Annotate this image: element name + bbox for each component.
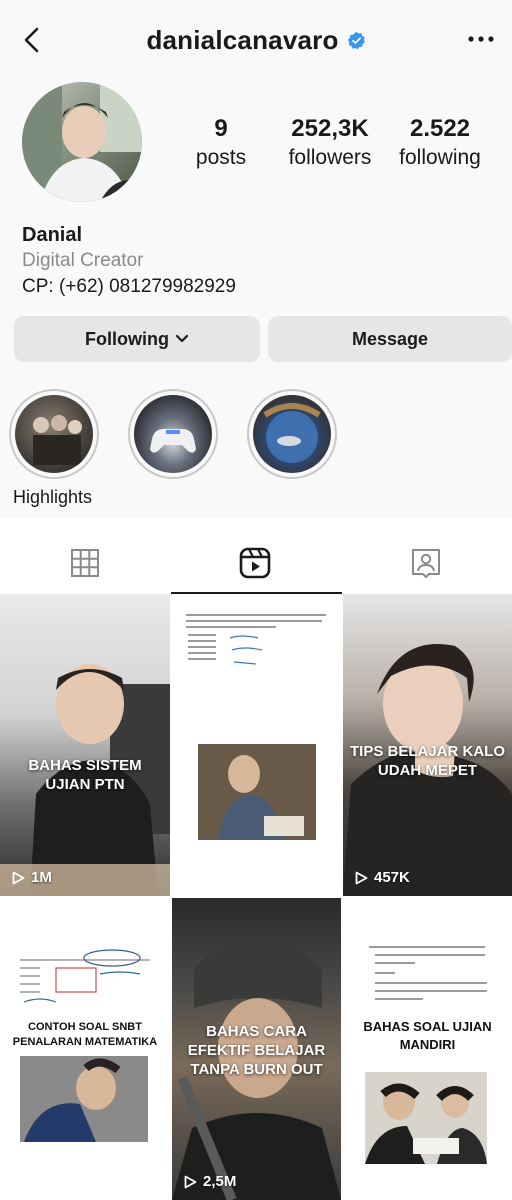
gamepad-photo	[150, 429, 196, 453]
highlight-item[interactable]	[9, 389, 99, 479]
reel-thumbnail[interactable]: BAHAS SISTEM UJIAN PTN 1M	[0, 594, 170, 896]
following-button-label: Following	[85, 328, 169, 349]
highlight-item[interactable]	[247, 389, 337, 479]
verified-badge-icon	[347, 31, 365, 50]
profile-bio: CP: (+62) 081279982929	[22, 276, 236, 297]
play-icon	[184, 1175, 197, 1188]
following-label: following	[399, 146, 481, 169]
followers-stat[interactable]: 252,3K followers	[280, 114, 380, 172]
avatar-photo	[22, 82, 142, 202]
chevron-down-icon	[175, 334, 189, 343]
reel-view-count: 2,5M	[203, 1173, 237, 1190]
followers-label: followers	[288, 146, 372, 169]
followers-count: 252,3K	[291, 115, 369, 142]
profile-name: Danial	[22, 224, 83, 246]
username-title: danialcanavaro	[146, 25, 339, 55]
highlights-label: Highlights	[13, 487, 93, 507]
following-count: 2.522	[409, 115, 471, 142]
play-icon	[355, 871, 368, 884]
handwritten-notes	[198, 635, 316, 840]
posts-stat[interactable]: 9 posts	[183, 114, 259, 172]
reel-thumbnail[interactable]: TIPS BELAJAR KALO UDAH MEPET 457K	[343, 594, 512, 896]
reel-caption: CONTOH SOAL SNBT PENALARAN MATEMATIKA	[12, 1021, 158, 1048]
reel-thumbnail[interactable]: BAHAS SOAL UJIAN MANDIRI	[343, 898, 512, 1200]
profile-category: Digital Creator	[22, 250, 144, 271]
reel-thumbnail[interactable]	[172, 594, 341, 896]
following-button[interactable]: Following	[14, 316, 260, 362]
reels-icon[interactable]	[238, 546, 272, 580]
tagged-icon[interactable]	[409, 546, 443, 580]
reel-views: 1M	[12, 869, 52, 886]
profile-header: danialcanavaro	[0, 25, 512, 56]
posts-label: posts	[195, 146, 247, 169]
reel-thumbnail[interactable]: CONTOH SOAL SNBT PENALARAN MATEMATIKA	[0, 898, 170, 1200]
highlight-cover	[134, 395, 212, 473]
top-bar: danialcanavaro	[0, 0, 512, 80]
following-stat[interactable]: 2.522 following	[390, 114, 490, 172]
message-button-label: Message	[351, 328, 429, 349]
highlight-cover	[253, 395, 331, 473]
reel-caption: BAHAS SISTEM UJIAN PTN	[28, 757, 142, 793]
reel-photo	[0, 664, 170, 896]
reel-thumbnail[interactable]: BAHAS CARA EFEKTIF BELAJAR TANPA BURN OU…	[172, 898, 341, 1200]
reel-photo	[365, 1072, 487, 1164]
reel-views: 2,5M	[184, 1173, 236, 1190]
highlight-item[interactable]	[128, 389, 218, 479]
play-icon	[12, 871, 25, 884]
reel-view-count: 1M	[31, 869, 52, 886]
posts-count: 9	[214, 115, 228, 142]
reel-caption: TIPS BELAJAR KALO UDAH MEPET	[349, 743, 505, 779]
more-horizontal-icon[interactable]	[464, 26, 498, 52]
message-button[interactable]: Message	[268, 316, 512, 362]
aquarium-photo	[263, 403, 321, 463]
reel-views: 457K	[355, 869, 410, 886]
grid-icon[interactable]	[68, 546, 102, 580]
reel-view-count: 457K	[374, 869, 410, 886]
profile-avatar[interactable]	[22, 82, 142, 202]
reel-caption: BAHAS CARA EFEKTIF BELAJAR TANPA BURN OU…	[187, 1023, 326, 1078]
highlight-photo	[33, 415, 82, 465]
highlight-cover	[15, 395, 93, 473]
